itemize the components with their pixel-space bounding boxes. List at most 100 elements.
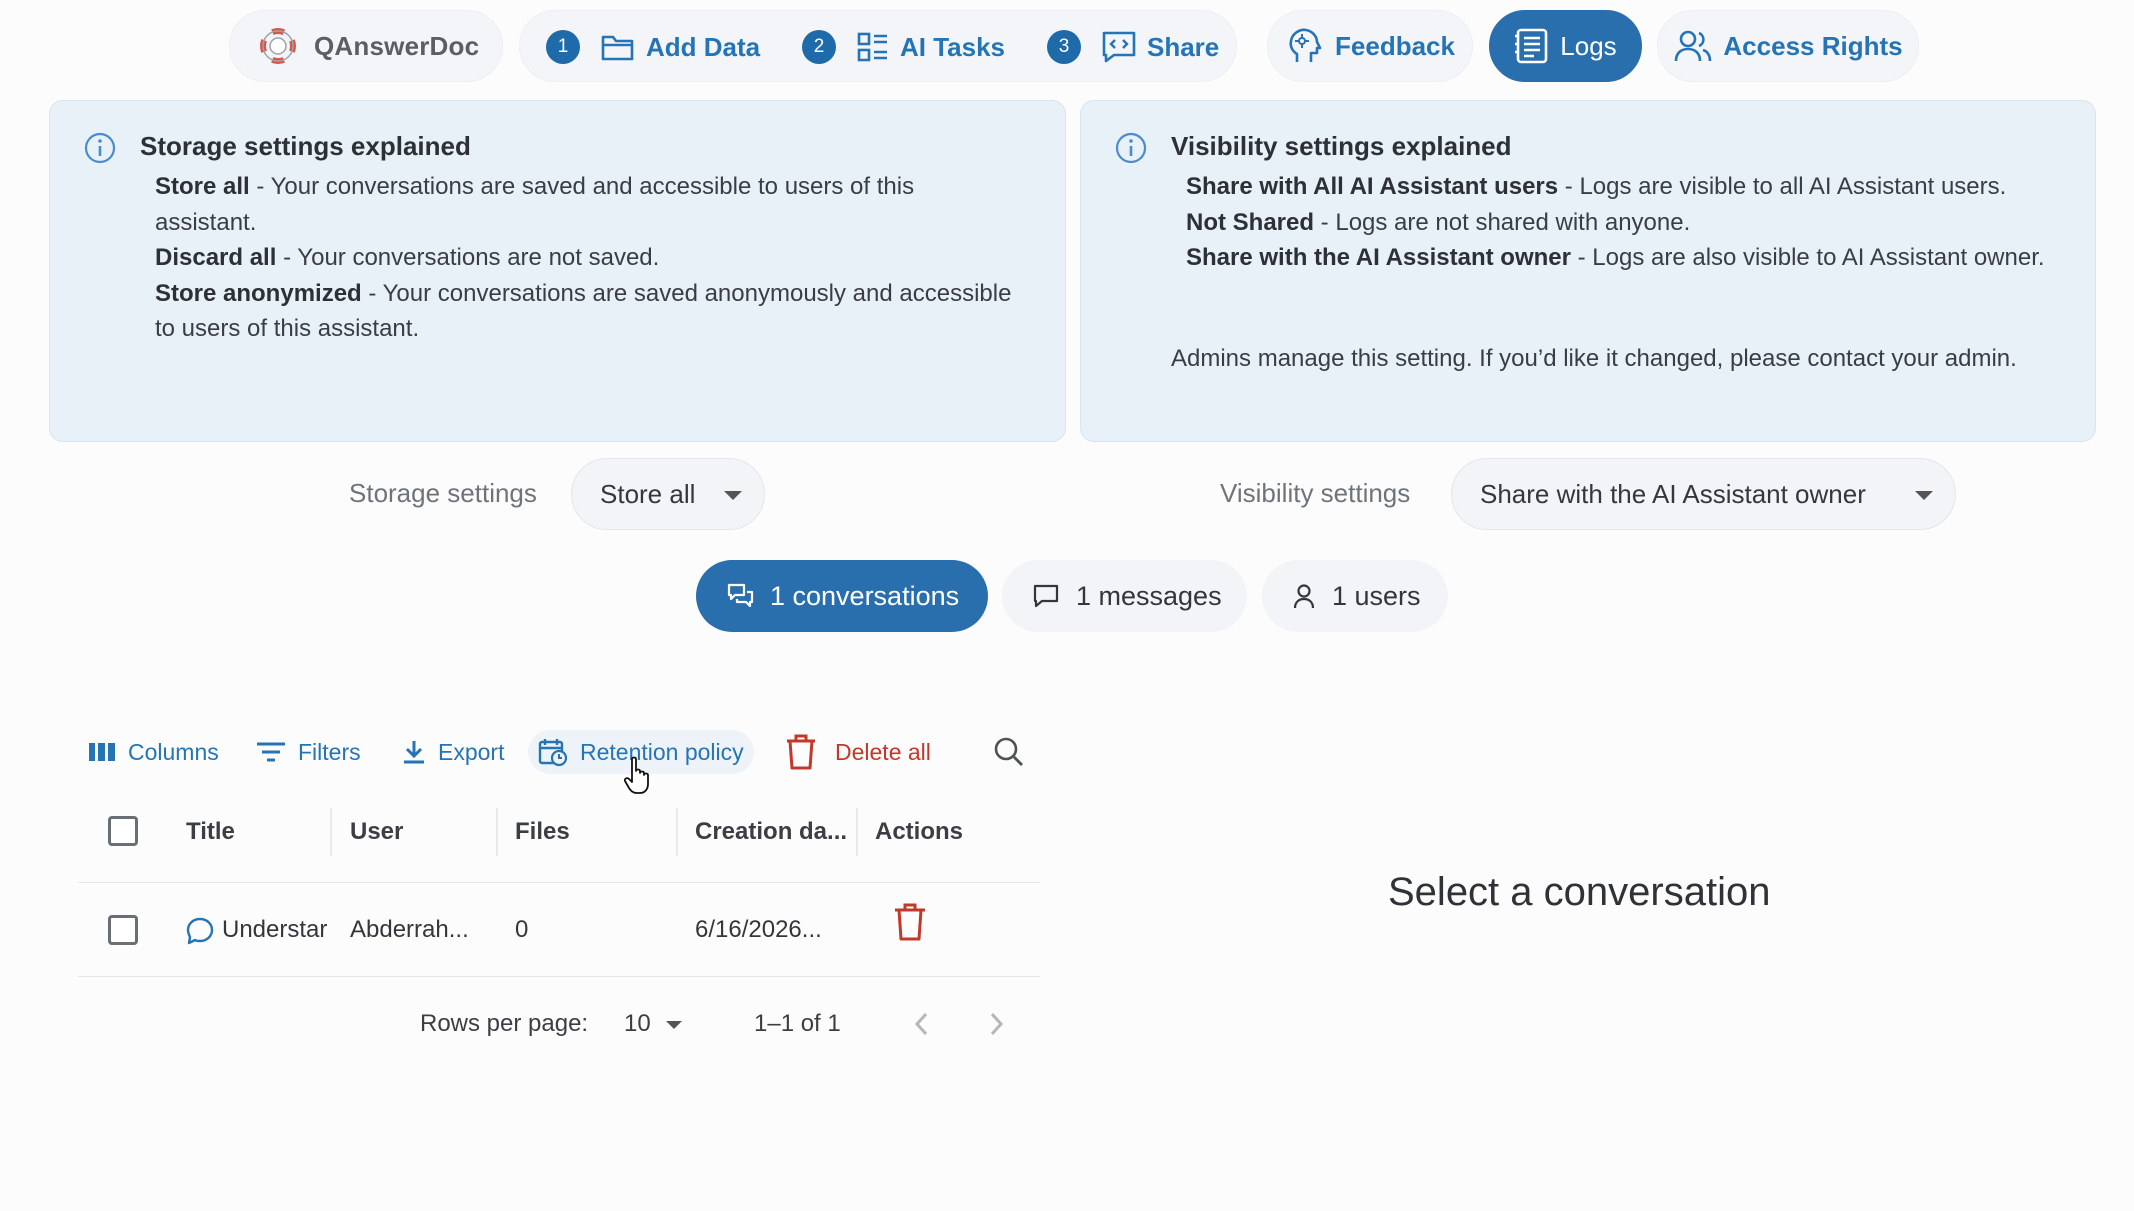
feedback-brain-icon [1285, 26, 1325, 66]
download-icon [402, 739, 426, 765]
rows-per-page-label: Rows per page: [420, 1010, 589, 1037]
step-share[interactable]: 3 Share [1047, 11, 1219, 83]
logs-tab[interactable]: Logs [1489, 10, 1642, 82]
select-conversation-placeholder: Select a conversation [1388, 870, 1771, 914]
trash-icon [785, 733, 817, 771]
visibility-term: Share with the AI Assistant owner [1186, 244, 1571, 271]
step-ai-tasks-label: AI Tasks [900, 31, 1006, 62]
storage-settings-label: Storage settings [349, 478, 537, 508]
hand-cursor-icon [624, 756, 652, 794]
column-header-user[interactable]: User [350, 818, 403, 846]
row-delete-trash-icon[interactable] [893, 902, 927, 942]
visibility-panel-title: Visibility settings explained [1171, 131, 1512, 161]
step-number-badge: 3 [1047, 30, 1081, 64]
column-separator[interactable] [496, 808, 498, 856]
rows-per-page-value: 10 [624, 1010, 651, 1037]
storage-term: Discard all [155, 244, 277, 271]
messages-chip[interactable]: 1 messages [1002, 560, 1247, 632]
column-separator[interactable] [676, 808, 678, 856]
column-header-title[interactable]: Title [186, 818, 235, 846]
lifebuoy-logo-icon [260, 28, 296, 64]
row-title: Understar [222, 916, 328, 943]
filters-button[interactable]: Filters [256, 730, 361, 774]
chat-bubble-icon [185, 916, 215, 946]
visibility-admin-note: Admins manage this setting. If you’d lik… [1171, 345, 2017, 372]
export-button[interactable]: Export [402, 730, 504, 774]
columns-label: Columns [128, 738, 219, 765]
users-chip[interactable]: 1 users [1262, 560, 1448, 632]
storage-item: Discard all - Your conversations are not… [155, 240, 1015, 276]
columns-button[interactable]: Columns [88, 730, 219, 774]
logs-label: Logs [1560, 30, 1617, 61]
row-divider [78, 976, 1040, 977]
feedback-tab[interactable]: Feedback [1267, 10, 1473, 82]
column-separator[interactable] [856, 808, 858, 856]
tasks-grid-icon [856, 31, 890, 63]
visibility-settings-select[interactable]: Share with the AI Assistant owner [1451, 458, 1956, 530]
storage-panel-body: Store all - Your conversations are saved… [155, 169, 1015, 347]
pagination-range: 1–1 of 1 [754, 1010, 841, 1037]
conversations-icon [726, 582, 754, 610]
step-add-data[interactable]: 1 Add Data [546, 11, 760, 83]
row-files: 0 [515, 916, 529, 943]
conversations-count: 1 conversations [770, 580, 960, 611]
info-icon [83, 131, 117, 165]
row-user: Abderrah... [350, 916, 469, 943]
storage-item: Store anonymized - Your conversations ar… [155, 276, 1015, 347]
storage-settings-select[interactable]: Store all [571, 458, 765, 530]
visibility-settings-value: Share with the AI Assistant owner [1480, 478, 1866, 509]
brand-pill[interactable]: QAnswerDoc [229, 10, 503, 82]
header-divider [78, 882, 1040, 883]
storage-item: Store all - Your conversations are saved… [155, 169, 1015, 240]
caret-down-icon [1915, 491, 1933, 500]
next-page-chevron-icon[interactable] [986, 1010, 1006, 1038]
step-number-badge: 1 [546, 30, 580, 64]
rows-per-page-select[interactable]: 10 [622, 1000, 692, 1044]
conversations-chip[interactable]: 1 conversations [696, 560, 988, 632]
messages-count: 1 messages [1076, 580, 1222, 611]
users-icon [1673, 28, 1713, 64]
export-label: Export [438, 738, 505, 765]
caret-down-icon [724, 491, 742, 500]
column-header-files[interactable]: Files [515, 818, 570, 846]
search-button[interactable] [993, 730, 1025, 774]
columns-icon [88, 742, 116, 762]
column-separator[interactable] [330, 808, 332, 856]
logs-list-icon [1514, 27, 1550, 65]
caret-down-icon [666, 1021, 682, 1029]
visibility-desc: - Logs are also visible to AI Assistant … [1570, 244, 2045, 271]
retention-policy-label: Retention policy [580, 738, 744, 765]
brand-name: QAnswerDoc [314, 30, 480, 61]
visibility-panel-body: Share with All AI Assistant users - Logs… [1186, 169, 2066, 276]
storage-desc: - Your conversations are not saved. [276, 244, 660, 271]
row-checkbox[interactable] [108, 915, 138, 945]
access-rights-tab[interactable]: Access Rights [1657, 10, 1919, 82]
delete-all-button[interactable]: Delete all [785, 730, 931, 774]
storage-info-panel: Storage settings explained Store all - Y… [49, 100, 1066, 442]
visibility-info-panel: Visibility settings explained Share with… [1080, 100, 2096, 442]
workflow-steps: 1 Add Data 2 AI Tasks 3 Share [519, 10, 1237, 82]
select-all-checkbox[interactable] [108, 816, 138, 846]
access-rights-label: Access Rights [1723, 30, 1903, 61]
visibility-desc: - Logs are not shared with anyone. [1314, 208, 1691, 236]
user-icon [1292, 583, 1316, 609]
calendar-clock-icon [538, 737, 568, 767]
step-share-label: Share [1147, 31, 1220, 62]
users-count: 1 users [1332, 580, 1421, 611]
message-icon [1032, 582, 1060, 610]
filters-label: Filters [298, 738, 361, 765]
search-icon [993, 736, 1025, 768]
step-ai-tasks[interactable]: 2 AI Tasks [802, 11, 1005, 83]
previous-page-chevron-icon[interactable] [912, 1010, 932, 1038]
code-bubble-icon [1101, 30, 1137, 64]
visibility-desc: - Logs are visible to all AI Assistant u… [1558, 173, 2007, 200]
visibility-item: Share with the AI Assistant owner - Logs… [1186, 240, 2066, 276]
visibility-term: Share with All AI Assistant users [1186, 173, 1559, 200]
column-header-actions: Actions [875, 818, 964, 845]
column-header-creation-date[interactable]: Creation da... [695, 818, 847, 846]
visibility-settings-label: Visibility settings [1220, 478, 1411, 508]
folder-icon [600, 31, 636, 63]
visibility-item: Not Shared - Logs are not shared with an… [1186, 205, 2066, 241]
row-creation-date: 6/16/2026... [695, 916, 822, 943]
storage-panel-title: Storage settings explained [140, 131, 471, 161]
